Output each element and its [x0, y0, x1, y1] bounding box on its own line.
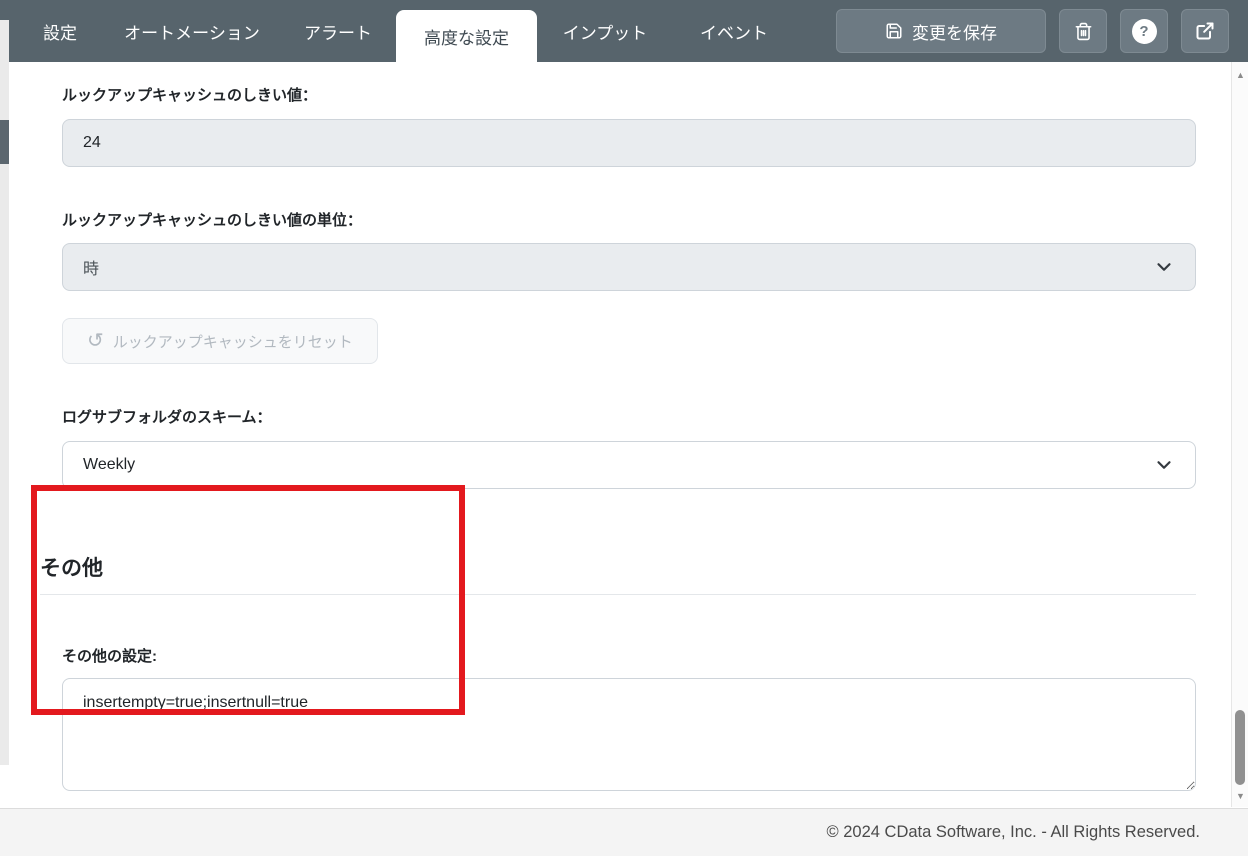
left-scrollbar-track[interactable] [0, 20, 9, 765]
vertical-scrollbar[interactable]: ▲ ▼ [1231, 62, 1248, 807]
floppy-disk-icon [885, 22, 903, 40]
other-settings-textarea[interactable]: insertempty=true;insertnull=true [62, 678, 1196, 791]
settings-form: ルックアップキャッシュのしきい値： ルックアップキャッシュのしきい値の単位： 時… [0, 62, 1248, 808]
scroll-down-arrow-icon[interactable]: ▼ [1232, 791, 1248, 801]
reset-lookup-cache-button[interactable]: ↺ ルックアップキャッシュをリセット [62, 318, 378, 364]
left-scrollbar-thumb[interactable] [0, 120, 9, 164]
lookup-threshold-unit-select[interactable]: 時 [62, 243, 1196, 291]
chevron-down-icon [1153, 256, 1175, 278]
tab-events[interactable]: イベント [673, 0, 795, 62]
tab-advanced-settings[interactable]: 高度な設定 [396, 10, 537, 62]
tab-alerts[interactable]: アラート [280, 0, 396, 62]
trash-icon [1074, 22, 1093, 41]
tab-settings[interactable]: 設定 [16, 0, 104, 62]
copyright-text: © 2024 CData Software, Inc. - All Rights… [826, 823, 1201, 841]
tab-input[interactable]: インプット [537, 0, 673, 62]
lookup-threshold-input[interactable] [62, 119, 1196, 167]
page-footer: © 2024 CData Software, Inc. - All Rights… [0, 808, 1248, 856]
top-navbar: 設定 オートメーション アラート 高度な設定 インプット イベント 変更を保存 [0, 0, 1248, 62]
chevron-down-icon [1153, 454, 1175, 476]
lookup-threshold-unit-label: ルックアップキャッシュのしきい値の単位： [62, 212, 363, 229]
undo-icon: ↺ [87, 330, 104, 352]
vertical-scrollbar-thumb[interactable] [1235, 710, 1245, 785]
external-link-icon [1195, 21, 1215, 41]
save-changes-button[interactable]: 変更を保存 [836, 9, 1046, 53]
tab-automation[interactable]: オートメーション [104, 0, 280, 62]
log-subfolder-scheme-select[interactable]: Weekly [62, 441, 1196, 489]
delete-button[interactable] [1059, 9, 1107, 53]
lookup-threshold-unit-value: 時 [83, 261, 100, 278]
navbar-actions: 変更を保存 ? [836, 9, 1229, 53]
log-subfolder-scheme-label: ログサブフォルダのスキーム： [62, 409, 272, 426]
scroll-up-arrow-icon[interactable]: ▲ [1232, 70, 1248, 80]
open-external-button[interactable] [1181, 9, 1229, 53]
help-icon: ? [1131, 18, 1157, 44]
log-subfolder-scheme-value: Weekly [83, 456, 136, 473]
advanced-settings-page: 設定 オートメーション アラート 高度な設定 インプット イベント 変更を保存 [0, 0, 1248, 856]
other-section-heading: その他 [40, 552, 1196, 595]
lookup-threshold-label: ルックアップキャッシュのしきい値： [62, 87, 318, 104]
reset-lookup-cache-label: ルックアップキャッシュをリセット [112, 333, 353, 351]
save-changes-label: 変更を保存 [912, 23, 997, 43]
other-settings-label: その他の設定: [62, 648, 157, 665]
help-button[interactable]: ? [1120, 9, 1168, 53]
